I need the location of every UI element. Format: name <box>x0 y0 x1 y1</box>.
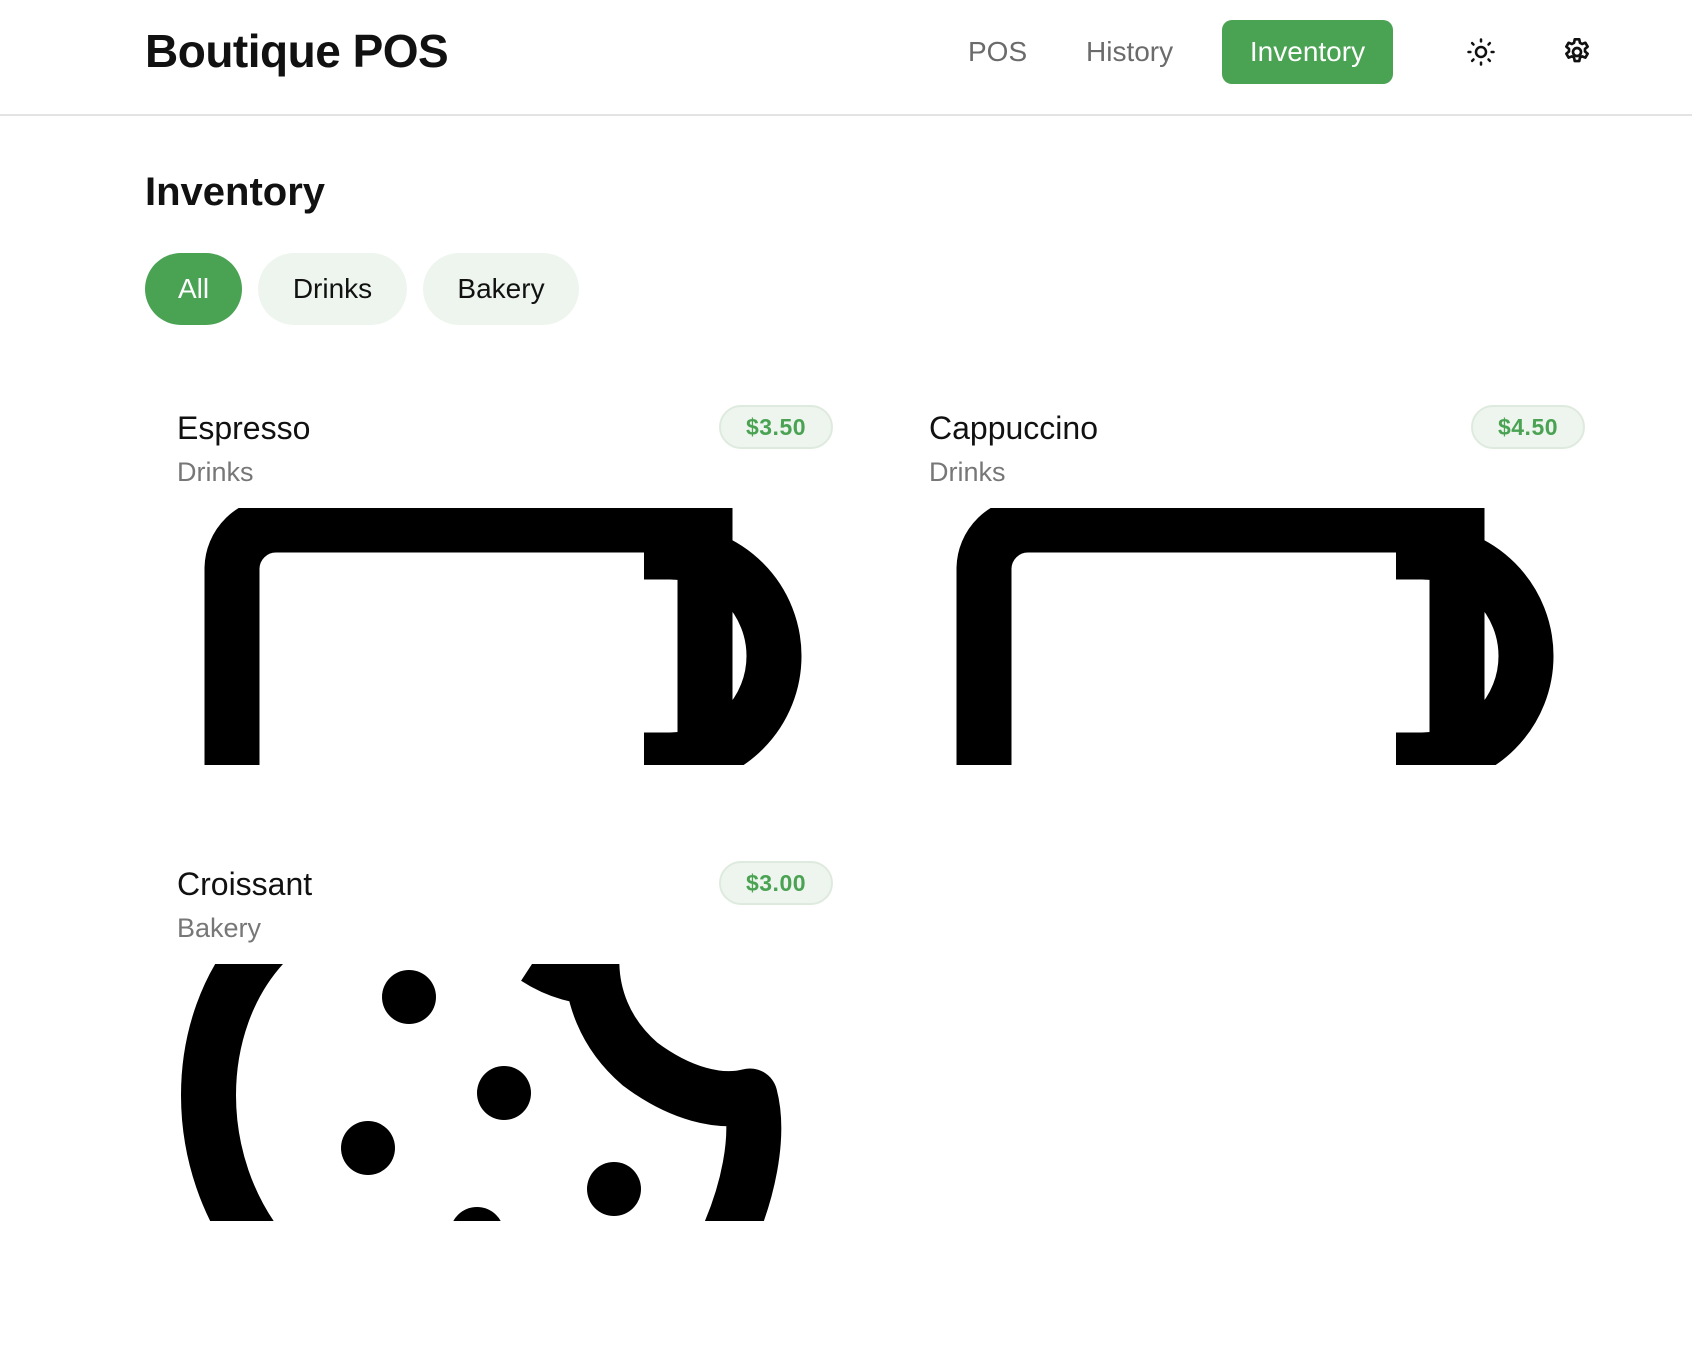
sun-icon <box>1467 38 1495 66</box>
filter-chip-bakery[interactable]: Bakery <box>423 253 579 325</box>
app-title: Boutique POS <box>145 25 449 77</box>
product-card-croissant[interactable]: Croissant Bakery $3.00 <box>160 851 833 1271</box>
nav-pos[interactable]: POS <box>944 20 1051 84</box>
nav-history[interactable]: History <box>1062 20 1197 84</box>
price-badge: $3.00 <box>719 861 833 905</box>
app-header: Boutique POS POS History Inventory <box>0 0 1692 116</box>
price-badge: $3.50 <box>719 405 833 449</box>
price-badge: $4.50 <box>1471 405 1585 449</box>
coffee-cup-icon <box>956 508 1554 765</box>
theme-toggle-button[interactable] <box>1459 30 1503 74</box>
product-card-espresso[interactable]: Espresso Drinks $3.50 <box>160 395 833 815</box>
product-name: Espresso <box>177 410 311 446</box>
product-card-cappuccino[interactable]: Cappuccino Drinks $4.50 <box>912 395 1585 815</box>
product-category: Drinks <box>929 457 1006 487</box>
page-title: Inventory <box>145 170 326 214</box>
product-image <box>160 964 820 1221</box>
product-category: Bakery <box>177 913 262 943</box>
nav-inventory[interactable]: Inventory <box>1222 20 1393 84</box>
product-name: Croissant <box>177 866 313 902</box>
product-name: Cappuccino <box>929 410 1098 446</box>
filter-chip-drinks[interactable]: Drinks <box>258 253 407 325</box>
cookie-icon <box>181 964 782 1221</box>
product-category: Drinks <box>177 457 254 487</box>
gear-icon <box>1565 38 1589 63</box>
product-image <box>912 508 1572 765</box>
settings-button[interactable] <box>1555 30 1599 74</box>
filter-chip-all[interactable]: All <box>145 253 242 325</box>
product-image <box>160 508 820 765</box>
coffee-cup-icon <box>204 508 802 765</box>
